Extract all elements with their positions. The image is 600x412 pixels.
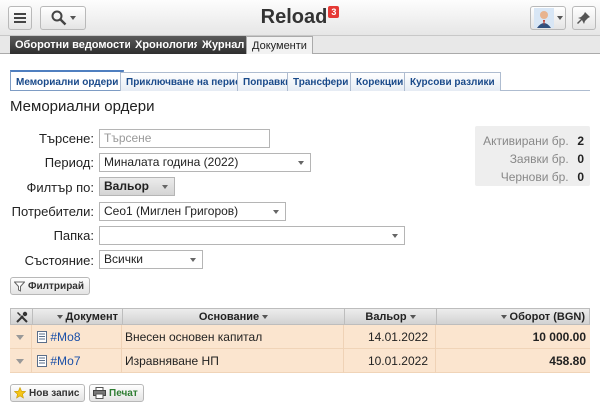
sort-icon xyxy=(56,315,63,320)
tools-header[interactable] xyxy=(11,309,33,325)
col-document[interactable]: Документ xyxy=(33,309,123,325)
nav-tab-turnover-sheets[interactable]: Оборотни ведомости xyxy=(10,36,138,54)
users-select[interactable]: Сео1 (Миглен Григоров) xyxy=(99,202,286,221)
user-menu-button[interactable] xyxy=(530,6,566,30)
new-record-button[interactable]: Нов запис xyxy=(10,384,86,402)
col-valor-label: Вальор xyxy=(365,311,407,323)
pin-button[interactable] xyxy=(572,6,596,30)
col-valor[interactable]: Вальор xyxy=(345,309,437,325)
nav-tab-journal[interactable]: Журнал xyxy=(197,36,251,54)
chevron-down-icon xyxy=(190,258,196,262)
period-label: Период: xyxy=(44,155,94,170)
document-cell[interactable]: #Мо7 xyxy=(32,349,122,373)
col-basis-label: Основание xyxy=(198,311,260,323)
document-link[interactable]: #Мо7 xyxy=(50,354,80,368)
print-button[interactable]: Печат xyxy=(89,384,144,402)
main-nav: Оборотни ведомости Хронология Журнал Док… xyxy=(0,36,600,54)
users-value: Сео1 (Миглен Григоров) xyxy=(104,204,239,218)
sort-icon xyxy=(409,315,416,320)
chevron-down-icon xyxy=(162,185,168,189)
stat-requests: Заявки бр. 0 xyxy=(475,152,584,166)
col-document-label: Документ xyxy=(65,311,118,323)
filter-button[interactable]: Филтрирай xyxy=(10,277,91,295)
row-expand[interactable] xyxy=(10,349,32,373)
folder-select[interactable] xyxy=(99,226,405,245)
document-icon xyxy=(37,331,47,343)
users-label: Потребители: xyxy=(11,204,94,219)
col-turnover-label: Оборот (BGN) xyxy=(509,311,585,323)
printer-icon xyxy=(93,387,106,399)
subtab-exchange-differences[interactable]: Курсови разлики xyxy=(404,72,501,91)
subtab-transfers[interactable]: Трансфери xyxy=(287,72,355,91)
filter-button-label: Филтрирай xyxy=(28,280,85,292)
stat-drafts-label: Чернови бр. xyxy=(500,170,569,184)
turnover-cell: 10 000.00 xyxy=(532,330,586,344)
chevron-down-icon xyxy=(392,234,398,238)
nav-tab-chronology[interactable]: Хронология xyxy=(130,36,207,54)
chevron-down-icon xyxy=(273,210,279,214)
table-row[interactable]: #Мо7 Изравняване НП 10.01.2022 458.80 xyxy=(10,349,590,373)
stat-activated: Активирани бр. 2 xyxy=(475,134,584,148)
valor-cell: 14.01.2022 xyxy=(344,325,436,349)
stat-activated-label: Активирани бр. xyxy=(483,134,569,148)
top-bar: Reload 3 xyxy=(0,0,600,36)
row-expand[interactable] xyxy=(10,325,32,349)
tools-icon xyxy=(15,311,28,323)
triangle-down-icon xyxy=(16,359,24,364)
document-icon xyxy=(37,355,47,367)
sort-icon xyxy=(262,315,269,320)
app-title: Reload 3 xyxy=(0,6,600,29)
state-value: Всички xyxy=(104,252,143,266)
col-turnover[interactable]: Оборот (BGN) xyxy=(437,309,589,325)
app-title-text: Reload xyxy=(260,6,328,28)
chevron-down-icon xyxy=(556,16,563,20)
filter-by-value: Вальор xyxy=(104,179,149,193)
table-row[interactable]: #Мо8 Внесен основен капитал 14.01.2022 1… xyxy=(10,325,590,349)
state-select[interactable]: Всички xyxy=(99,250,203,269)
stat-requests-value: 0 xyxy=(577,152,584,166)
sort-icon xyxy=(500,315,507,320)
subtab-memorial-orders[interactable]: Мемориални ордери xyxy=(10,70,125,91)
period-select[interactable]: Миналата година (2022) xyxy=(99,153,311,172)
notification-badge[interactable]: 3 xyxy=(328,6,340,18)
subtab-adjustments[interactable]: Корекции xyxy=(350,72,410,91)
folder-label: Папка: xyxy=(53,228,94,243)
document-cell[interactable]: #Мо8 xyxy=(32,325,122,349)
document-link[interactable]: #Мо8 xyxy=(50,330,80,344)
triangle-down-icon xyxy=(16,335,24,340)
star-icon xyxy=(14,387,26,399)
stat-activated-value: 2 xyxy=(577,134,584,148)
print-label: Печат xyxy=(109,387,138,399)
col-basis[interactable]: Основание xyxy=(123,309,345,325)
turnover-cell: 458.80 xyxy=(549,354,586,368)
stat-drafts-value: 0 xyxy=(577,170,584,184)
filter-by-select[interactable]: Вальор xyxy=(99,177,175,196)
valor-cell: 10.01.2022 xyxy=(344,349,436,373)
new-record-label: Нов запис xyxy=(29,387,80,399)
search-input[interactable]: Търсене xyxy=(99,129,270,148)
subtab-period-closing[interactable]: Приключване на период xyxy=(120,72,254,91)
chevron-down-icon xyxy=(298,161,304,165)
period-value: Миналата година (2022) xyxy=(104,155,239,169)
table-header: Документ Основание Вальор Оборот (BGN) xyxy=(10,308,590,325)
funnel-icon xyxy=(14,281,25,292)
user-avatar-icon xyxy=(533,8,554,28)
search-label: Търсене: xyxy=(38,131,94,146)
state-label: Състояние: xyxy=(24,253,94,268)
basis-cell: Изравняване НП xyxy=(122,349,344,373)
pin-icon xyxy=(577,12,590,24)
stat-requests-label: Заявки бр. xyxy=(509,152,569,166)
basis-cell: Внесен основен капитал xyxy=(122,325,344,349)
page-title: Мемориални ордери xyxy=(10,98,155,115)
nav-tab-documents[interactable]: Документи xyxy=(246,36,313,54)
stat-drafts: Чернови бр. 0 xyxy=(475,170,584,184)
filter-by-label: Филтър по: xyxy=(26,180,94,195)
stats-panel: Активирани бр. 2 Заявки бр. 0 Чернови бр… xyxy=(475,126,590,186)
